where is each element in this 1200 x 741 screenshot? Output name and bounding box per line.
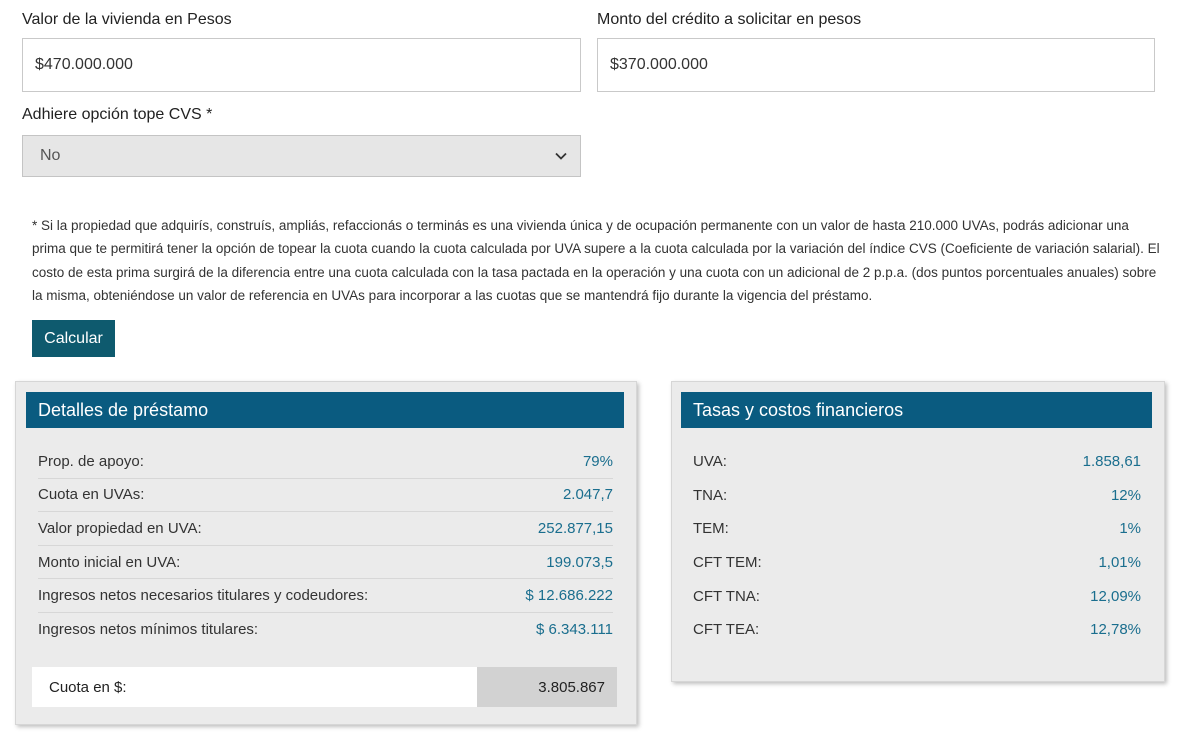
calcular-button[interactable]: Calcular (32, 320, 115, 357)
row-value: 1% (1119, 520, 1141, 538)
row-label: CFT TEA: (693, 621, 760, 639)
row-value: 2.047,7 (562, 486, 613, 504)
detalles-row-valor-propiedad: Valor propiedad en UVA: 252.877,15 (38, 512, 613, 546)
cvs-label: Adhiere opción tope CVS * (22, 106, 213, 123)
cvs-select-value: No (40, 147, 61, 164)
tasas-row-tem: TEM: 1% (693, 512, 1141, 546)
valor-vivienda-label: Valor de la vivienda en Pesos (22, 11, 232, 28)
row-value: $ 6.343.111 (535, 621, 613, 639)
cvs-select[interactable]: No (22, 135, 581, 177)
detalles-row-monto-inicial: Monto inicial en UVA: 199.073,5 (38, 546, 613, 580)
cuota-total-row: Cuota en $: 3.805.867 (32, 667, 617, 707)
cuota-total-label: Cuota en $: (32, 667, 477, 707)
monto-credito-input[interactable] (597, 38, 1155, 92)
cvs-disclaimer: * Si la propiedad que adquirís, construí… (32, 218, 1160, 303)
row-label: Ingresos netos mínimos titulares: (38, 621, 259, 639)
chevron-down-icon (555, 152, 567, 160)
tasas-header: Tasas y costos financieros (681, 392, 1152, 428)
row-label: Cuota en UVAs: (38, 486, 145, 504)
detalles-row-ingresos-minimos: Ingresos netos mínimos titulares: $ 6.34… (38, 613, 613, 647)
row-value: 12% (1110, 486, 1141, 504)
row-label: Monto inicial en UVA: (38, 553, 181, 571)
row-label: CFT TEM: (693, 554, 762, 572)
row-label: Valor propiedad en UVA: (38, 519, 202, 537)
detalles-row-cuota-uvas: Cuota en UVAs: 2.047,7 (38, 479, 613, 513)
tasas-row-uva: UVA: 1.858,61 (693, 445, 1141, 479)
row-label: UVA: (693, 453, 727, 471)
tasas-row-cft-tna: CFT TNA: 12,09% (693, 579, 1141, 613)
detalles-row-ingresos-necesarios: Ingresos netos necesarios titulares y co… (38, 579, 613, 613)
cuota-total-value: 3.805.867 (477, 667, 617, 707)
row-label: TEM: (693, 520, 729, 538)
row-value: 199.073,5 (546, 553, 613, 571)
row-value: 252.877,15 (537, 519, 613, 537)
row-label: Ingresos netos necesarios titulares y co… (38, 587, 369, 605)
row-value: 1,01% (1098, 554, 1141, 572)
monto-credito-label: Monto del crédito a solicitar en pesos (597, 11, 862, 28)
row-value: 12,78% (1090, 621, 1141, 639)
row-value: 79% (582, 452, 613, 470)
detalles-header: Detalles de préstamo (26, 392, 624, 428)
valor-vivienda-input[interactable] (22, 38, 581, 92)
tasas-row-cft-tea: CFT TEA: 12,78% (693, 613, 1141, 647)
tasas-row-tna: TNA: 12% (693, 479, 1141, 513)
row-label: Prop. de apoyo: (38, 452, 144, 470)
row-value: 12,09% (1090, 587, 1141, 605)
tasas-card: Tasas y costos financieros UVA: 1.858,61… (671, 381, 1165, 682)
tasas-row-cft-tem: CFT TEM: 1,01% (693, 546, 1141, 580)
detalles-row-prop-apoyo: Prop. de apoyo: 79% (38, 445, 613, 479)
row-label: CFT TNA: (693, 587, 760, 605)
row-value: $ 12.686.222 (525, 587, 613, 605)
row-value: 1.858,61 (1082, 453, 1141, 471)
row-label: TNA: (693, 486, 728, 504)
